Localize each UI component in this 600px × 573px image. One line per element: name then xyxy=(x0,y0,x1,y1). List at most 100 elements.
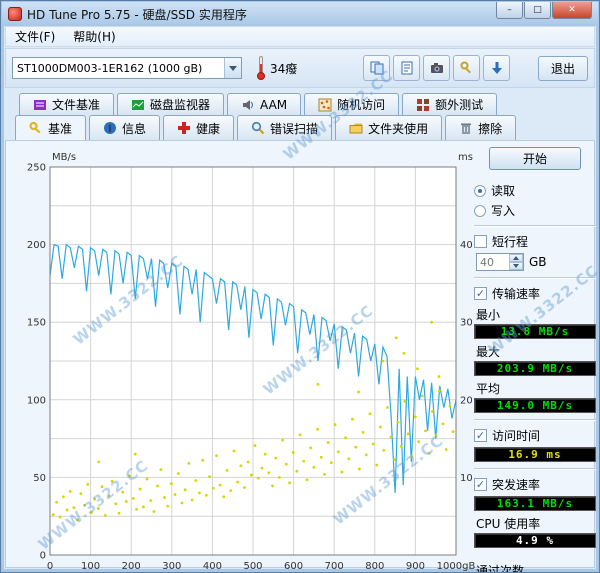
tab-row-lower: 基准 i 信息 健康 错误扫描 文件夹使用 擦除 xyxy=(15,115,595,140)
drive-select[interactable]: ST1000DM003-1ER162 (1000 gB) xyxy=(12,57,242,79)
tab-label: 基准 xyxy=(48,121,73,136)
dropdown-arrow-icon[interactable] xyxy=(224,58,241,78)
tab-aam[interactable]: AAM xyxy=(227,93,302,115)
svg-text:100: 100 xyxy=(27,395,46,406)
exit-button[interactable]: 退出 xyxy=(538,55,588,81)
trash-icon xyxy=(461,123,472,134)
short-stroke-value: 40 xyxy=(480,255,494,269)
temperature-value: 34癈 xyxy=(270,61,298,76)
menubar: 文件(F) 帮助(H) xyxy=(5,26,595,47)
save-report-button[interactable] xyxy=(393,55,421,81)
checkbox-icon xyxy=(474,235,487,248)
access-time-checkbox[interactable]: 访问时间 xyxy=(474,427,596,444)
file-benchmark-icon xyxy=(34,99,46,110)
svg-text:ms: ms xyxy=(458,152,473,163)
tab-random-access[interactable]: 随机访问 xyxy=(304,93,400,115)
maximize-button[interactable]: □ xyxy=(524,2,551,19)
tab-label: 随机访问 xyxy=(337,98,386,112)
cpu-usage-label: CPU 使用率 xyxy=(476,517,541,531)
menu-file[interactable]: 文件(F) xyxy=(6,26,64,47)
key-icon xyxy=(29,121,41,134)
drive-select-value: ST1000DM003-1ER162 (1000 gB) xyxy=(17,61,203,75)
divider xyxy=(474,419,596,421)
magnifier-icon xyxy=(251,121,265,135)
burst-rate-value: 163.1 MB/s xyxy=(474,496,596,511)
tab-label: 文件基准 xyxy=(52,98,101,112)
svg-text:1000gB: 1000gB xyxy=(437,561,476,572)
tab-file-benchmark[interactable]: 文件基准 xyxy=(19,93,115,115)
tab-erase[interactable]: 擦除 xyxy=(445,115,517,140)
copy-button[interactable] xyxy=(363,55,391,81)
random-access-icon xyxy=(318,98,332,111)
toolbar-buttons xyxy=(363,55,511,81)
transfer-rate-checkbox[interactable]: 传输速率 xyxy=(474,285,596,302)
short-stroke-spinner[interactable] xyxy=(509,254,523,270)
read-radio[interactable]: 读取 xyxy=(474,182,596,199)
short-stroke-checkbox[interactable]: 短行程 xyxy=(474,233,596,250)
svg-text:300: 300 xyxy=(162,561,181,572)
keys-icon xyxy=(460,61,471,74)
max-value: 203.9 MB/s xyxy=(474,361,596,376)
start-button[interactable]: 开始 xyxy=(489,147,581,170)
camera-icon xyxy=(430,63,443,73)
tab-disk-monitor[interactable]: 磁盘监视器 xyxy=(117,93,225,115)
chart-canvas: 050100150200250102030400 100 200 300 400 500 6… xyxy=(27,152,476,572)
titlebar[interactable]: HD Tune Pro 5.75 - 硬盘/SSD 实用程序 – □ ✕ xyxy=(2,2,598,26)
tab-label: 文件夹使用 xyxy=(368,121,429,136)
avg-label: 平均 xyxy=(476,382,501,396)
update-button[interactable] xyxy=(483,55,511,81)
tab-error-scan[interactable]: 错误扫描 xyxy=(237,115,333,140)
read-label: 读取 xyxy=(491,184,516,198)
health-cross-icon xyxy=(178,122,191,134)
tab-label: 额外测试 xyxy=(435,98,484,112)
write-label: 写入 xyxy=(491,204,516,218)
tab-health[interactable]: 健康 xyxy=(163,115,235,140)
spinner-down-icon[interactable] xyxy=(509,262,523,270)
divider xyxy=(474,225,596,227)
write-radio[interactable]: 写入 xyxy=(474,202,596,219)
toolbar: ST1000DM003-1ER162 (1000 gB) 34癈 退出 xyxy=(5,48,595,88)
side-panel: 开始 读取 写入 短行程 40 GB ✓ 传输速率 最小 13.8 MB/s 最… xyxy=(474,147,596,572)
short-stroke-size-field[interactable]: 40 xyxy=(476,253,524,271)
avg-value: 149.0 MB/s xyxy=(474,398,596,413)
minimize-button[interactable]: – xyxy=(496,2,523,19)
transfer-rate-label: 传输速率 xyxy=(492,287,541,301)
tab-label: 错误扫描 xyxy=(270,121,319,136)
burst-rate-checkbox[interactable]: 突发速率 xyxy=(474,476,596,493)
report-icon xyxy=(401,61,413,75)
gb-unit-label: GB xyxy=(529,255,547,269)
extra-tests-icon xyxy=(417,98,430,111)
screenshot-button[interactable] xyxy=(423,55,451,81)
tab-label: 擦除 xyxy=(478,121,503,136)
tab-extra-tests[interactable]: 额外测试 xyxy=(402,93,498,115)
short-stroke-label: 短行程 xyxy=(492,235,529,249)
menu-help[interactable]: 帮助(H) xyxy=(64,26,124,47)
svg-text:250: 250 xyxy=(27,163,46,174)
svg-text:50: 50 xyxy=(33,473,46,484)
svg-text:400: 400 xyxy=(203,561,222,572)
speaker-icon xyxy=(243,99,254,110)
registration-button[interactable] xyxy=(453,55,481,81)
radio-icon xyxy=(474,184,486,197)
tab-benchmark[interactable]: 基准 xyxy=(15,115,87,140)
info-icon: i xyxy=(104,122,117,135)
svg-text:100: 100 xyxy=(81,561,100,572)
tab-label: 健康 xyxy=(196,121,221,136)
download-arrow-icon xyxy=(491,62,502,74)
access-time-label: 访问时间 xyxy=(492,429,541,443)
tab-label: AAM xyxy=(260,97,288,112)
svg-text:200: 200 xyxy=(122,561,141,572)
min-value: 13.8 MB/s xyxy=(474,324,596,339)
svg-text:150: 150 xyxy=(27,318,46,329)
spinner-up-icon[interactable] xyxy=(509,254,523,262)
svg-text:30: 30 xyxy=(460,318,473,329)
svg-text:0: 0 xyxy=(47,561,53,572)
tab-folder-usage[interactable]: 文件夹使用 xyxy=(335,115,443,140)
svg-text:i: i xyxy=(108,125,112,135)
svg-text:20: 20 xyxy=(460,395,473,406)
divider xyxy=(474,277,596,279)
tab-info[interactable]: i 信息 xyxy=(89,115,161,140)
cpu-usage-value: 4.9 % xyxy=(474,533,596,548)
close-button[interactable]: ✕ xyxy=(552,2,592,19)
app-icon xyxy=(8,7,22,21)
